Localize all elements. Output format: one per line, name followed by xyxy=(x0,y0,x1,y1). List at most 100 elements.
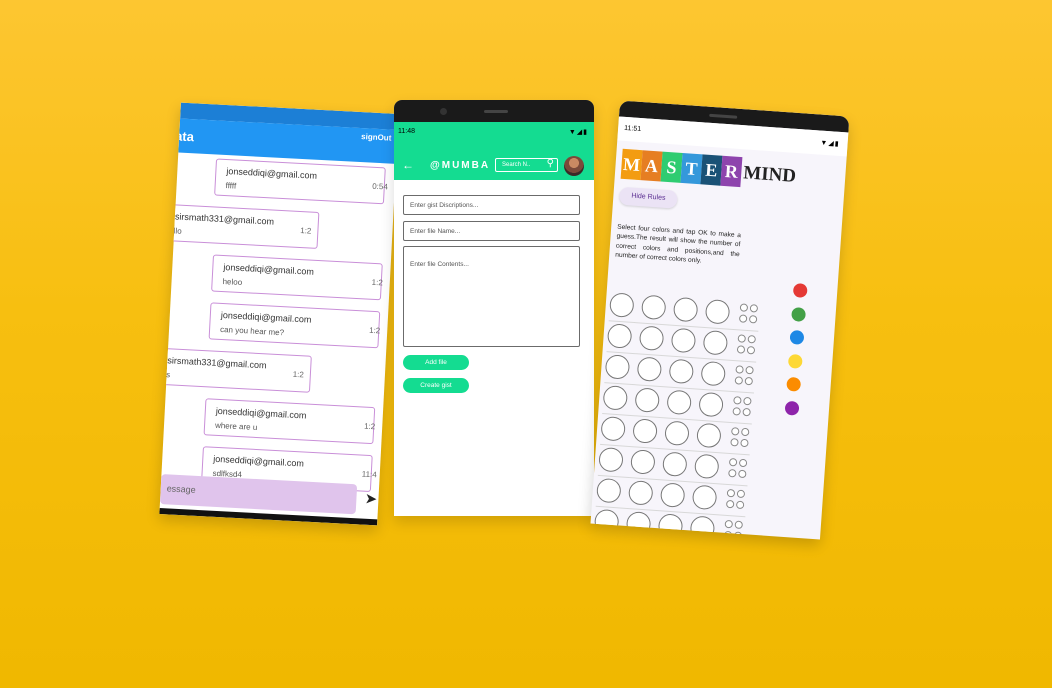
guess-peg[interactable] xyxy=(606,323,633,349)
rules-text: Select four colors and tap OK to make a … xyxy=(615,223,742,265)
feedback-pin xyxy=(730,438,739,447)
mastermind-logo: M A S T E R MIND xyxy=(620,145,798,191)
guess-peg[interactable] xyxy=(634,387,661,413)
feedback-pin xyxy=(740,438,749,448)
guess-peg[interactable] xyxy=(659,482,686,508)
guess-row xyxy=(604,354,755,394)
logo-letter: A xyxy=(640,150,663,182)
message-input-placeholder: essage xyxy=(166,483,196,495)
search-input[interactable]: Search N.. ⚲ xyxy=(495,158,558,172)
guess-peg[interactable] xyxy=(598,446,624,473)
guess-peg[interactable] xyxy=(600,416,626,442)
add-file-button[interactable]: Add file xyxy=(403,355,469,370)
status-icons: ▼◢▮ xyxy=(568,129,588,136)
guess-peg[interactable] xyxy=(662,451,688,478)
feedback-pin xyxy=(744,376,754,386)
message-text: fffff xyxy=(225,181,237,191)
color-choice-dot[interactable] xyxy=(791,306,807,322)
feedback-pin xyxy=(724,519,734,529)
message-bubble[interactable]: asirsmath331@gmail.com es 1:2 xyxy=(160,347,312,393)
message-time: 1:2 xyxy=(363,421,376,432)
message-text: where are u xyxy=(214,420,258,433)
guess-peg[interactable] xyxy=(704,299,731,325)
guess-peg[interactable] xyxy=(696,422,722,449)
contents-field[interactable]: Enter file Contents... xyxy=(403,246,580,347)
guess-peg[interactable] xyxy=(666,389,692,416)
create-gist-button[interactable]: Create gist xyxy=(403,378,469,393)
color-choice-dot[interactable] xyxy=(792,283,808,298)
message-text: ello xyxy=(168,226,182,236)
back-arrow-icon[interactable]: ← xyxy=(402,158,414,172)
color-choice-dot[interactable] xyxy=(784,400,800,416)
message-bubble[interactable]: jonseddiqi@gmail.com can you hear me? 1:… xyxy=(208,302,380,349)
guess-peg[interactable] xyxy=(693,453,720,480)
guess-peg[interactable] xyxy=(636,356,663,383)
guess-peg[interactable] xyxy=(632,418,658,444)
message-text: can you hear me? xyxy=(219,324,285,338)
message-sender: jonseddiqi@gmail.com xyxy=(223,262,315,277)
message-bubble[interactable]: jonseddiqi@gmail.com heloo 1:2 xyxy=(211,254,384,301)
guess-peg[interactable] xyxy=(630,449,656,475)
feedback-pin xyxy=(732,407,741,416)
avatar[interactable] xyxy=(564,156,584,176)
guess-peg[interactable] xyxy=(638,325,665,352)
color-choice-dot[interactable] xyxy=(789,329,805,345)
guess-peg[interactable] xyxy=(602,385,629,411)
feedback-pin xyxy=(738,469,747,479)
status-time: 11:51 xyxy=(623,124,642,134)
hide-rules-button[interactable]: Hide Rules xyxy=(618,186,678,209)
logo-letter: T xyxy=(680,152,703,185)
message-sender: asirsmath331@gmail.com xyxy=(162,354,267,371)
logo-letter: E xyxy=(700,154,723,186)
message-sender: jonseddiqi@gmail.com xyxy=(215,405,307,421)
guess-peg[interactable] xyxy=(640,294,667,321)
guess-peg[interactable] xyxy=(698,391,724,418)
guess-peg[interactable] xyxy=(593,508,620,535)
filename-field[interactable]: Enter file Name... xyxy=(403,221,580,241)
feedback-pin xyxy=(728,468,737,478)
signout-button[interactable]: signOut xyxy=(361,132,392,143)
description-field[interactable]: Enter gist Discriptions... xyxy=(403,195,580,215)
speaker-grille xyxy=(709,113,738,119)
guess-peg[interactable] xyxy=(702,329,729,356)
message-bubble[interactable]: asirsmath331@gmail.com ello 1:2 xyxy=(167,204,320,249)
feedback-pin xyxy=(738,458,748,468)
guess-peg[interactable] xyxy=(670,327,697,354)
camera-icon xyxy=(440,108,447,115)
feedback-pin xyxy=(743,396,752,406)
guess-peg[interactable] xyxy=(700,360,727,387)
guess-row xyxy=(606,323,757,363)
message-time: 1:2 xyxy=(292,369,305,380)
feedback-pin xyxy=(736,489,746,499)
message-bubble[interactable]: jonseddiqi@gmail.com fffff 0:54 xyxy=(214,158,389,205)
message-time: 1:2 xyxy=(371,277,384,288)
feedback-pin xyxy=(733,396,742,405)
message-time: 11:4 xyxy=(361,469,377,480)
guess-peg[interactable] xyxy=(691,484,718,511)
message-time: 0:54 xyxy=(372,181,389,192)
contents-placeholder: Enter file Contents... xyxy=(410,261,469,268)
guess-peg[interactable] xyxy=(596,477,622,504)
message-sender: jonseddiqi@gmail.com xyxy=(226,166,318,181)
feedback-pin xyxy=(736,345,746,354)
color-choice-dot[interactable] xyxy=(786,376,802,392)
guess-peg[interactable] xyxy=(657,513,684,539)
color-choice-dot[interactable] xyxy=(787,353,803,369)
message-sender: jonseddiqi@gmail.com xyxy=(213,453,305,469)
feedback-pin xyxy=(731,427,740,436)
guess-peg[interactable] xyxy=(672,296,699,323)
feedback-pin xyxy=(740,427,750,437)
guess-peg[interactable] xyxy=(604,354,631,380)
guess-row xyxy=(608,292,759,332)
feedback-pin xyxy=(723,530,733,540)
guess-peg[interactable] xyxy=(664,420,690,447)
message-bubble[interactable]: jonseddiqi@gmail.com where are u 1:2 xyxy=(203,398,376,445)
guess-peg[interactable] xyxy=(668,358,695,385)
feedback-pin xyxy=(735,365,744,374)
guess-peg[interactable] xyxy=(608,292,635,318)
feedback-pin xyxy=(738,314,748,323)
guess-peg[interactable] xyxy=(625,511,652,537)
guess-peg[interactable] xyxy=(627,480,654,506)
guess-peg[interactable] xyxy=(689,515,716,540)
send-icon[interactable]: ➤ xyxy=(365,491,377,508)
